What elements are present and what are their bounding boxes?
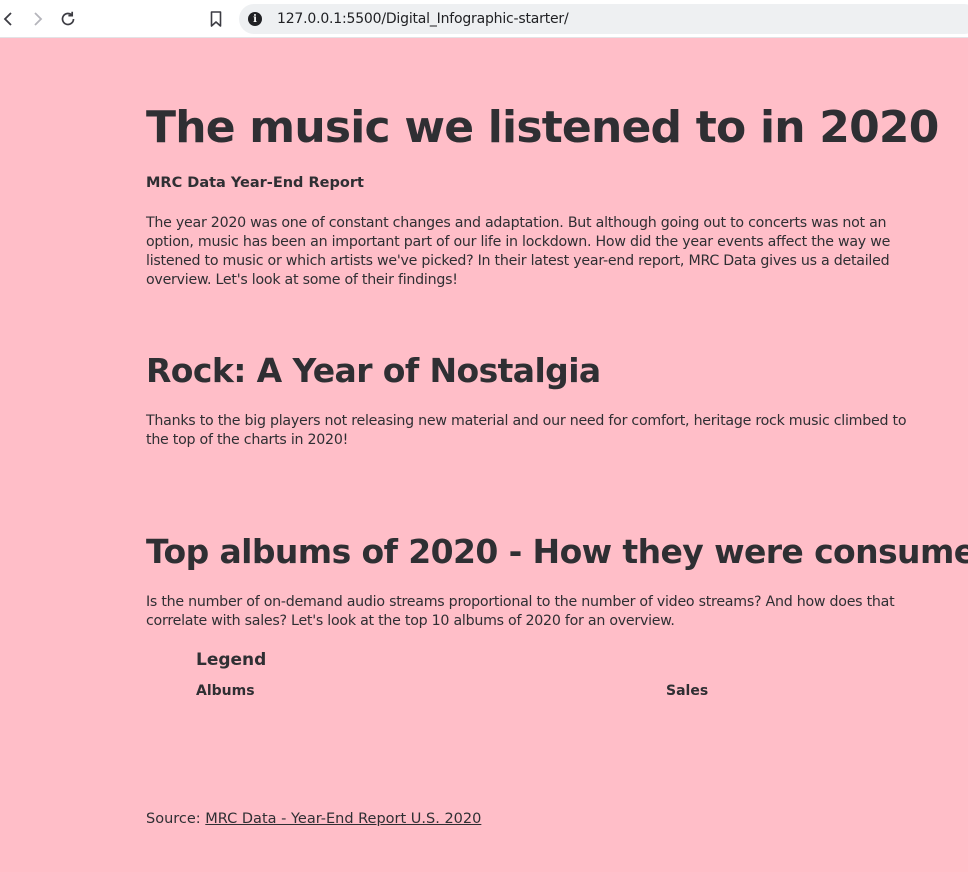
- legend-albums-label: Albums: [196, 683, 255, 699]
- url-text[interactable]: 127.0.0.1:5500/Digital_Infographic-start…: [277, 11, 569, 27]
- source-label: Source:: [146, 811, 206, 827]
- source-link[interactable]: MRC Data - Year-End Report U.S. 2020: [205, 811, 481, 827]
- chevron-right-icon: [34, 12, 43, 26]
- rock-heading: Rock: A Year of Nostalgia: [146, 351, 601, 390]
- address-bar[interactable]: i 127.0.0.1:5500/Digital_Infographic-sta…: [239, 4, 968, 34]
- page-subtitle: MRC Data Year-End Report: [146, 175, 364, 191]
- source-line: Source: MRC Data - Year-End Report U.S. …: [146, 811, 481, 827]
- forward-button[interactable]: [27, 8, 49, 30]
- browser-toolbar: i 127.0.0.1:5500/Digital_Infographic-sta…: [0, 0, 968, 38]
- chevron-left-icon: [3, 12, 12, 26]
- bookmark-icon: [210, 11, 222, 27]
- reload-button[interactable]: [57, 8, 79, 30]
- legend-sales-label: Sales: [666, 683, 709, 699]
- back-button[interactable]: [0, 8, 19, 30]
- info-icon[interactable]: i: [248, 12, 262, 26]
- page-title: The music we listened to in 2020: [146, 102, 939, 153]
- legend-title: Legend: [196, 650, 267, 670]
- reload-icon: [61, 11, 75, 26]
- albums-heading: Top albums of 2020 - How they were consu…: [146, 532, 968, 571]
- albums-paragraph: Is the number of on-demand audio streams…: [146, 594, 895, 629]
- intro-paragraph: The year 2020 was one of constant change…: [146, 215, 891, 288]
- rock-paragraph: Thanks to the big players not releasing …: [146, 413, 907, 448]
- bookmark-button[interactable]: [205, 8, 227, 30]
